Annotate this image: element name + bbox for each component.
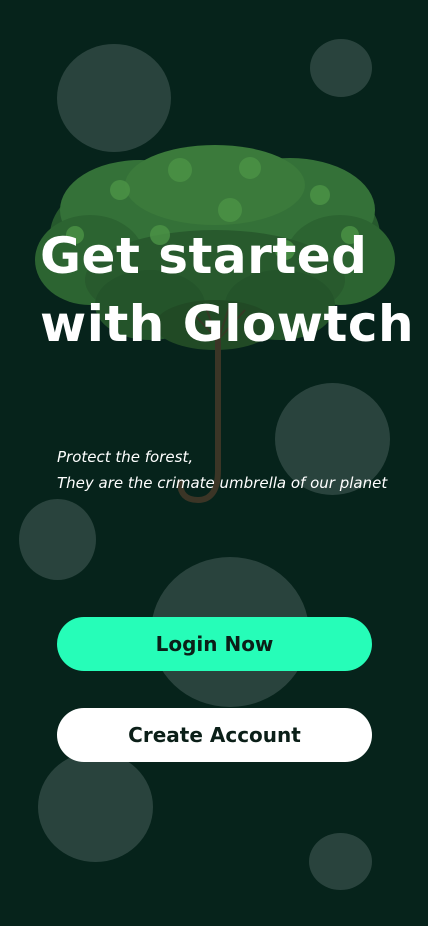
decorative-bubble (57, 44, 171, 152)
create-account-button[interactable]: Create Account (57, 708, 372, 762)
tagline-line-2: They are the crimate umbrella of our pla… (57, 474, 388, 492)
decorative-bubble (38, 752, 153, 862)
tagline-line-1: Protect the forest, (57, 448, 194, 466)
decorative-bubble (310, 39, 372, 97)
title-line-2: with Glowtch (40, 295, 415, 353)
onboarding-screen: Get started with Glowtch Protect the for… (0, 0, 428, 926)
tagline: Protect the forest, They are the crimate… (57, 444, 387, 496)
page-title: Get started with Glowtch (40, 222, 414, 358)
login-now-button[interactable]: Login Now (57, 617, 372, 671)
decorative-bubble (309, 833, 372, 890)
title-line-1: Get started (40, 227, 368, 285)
